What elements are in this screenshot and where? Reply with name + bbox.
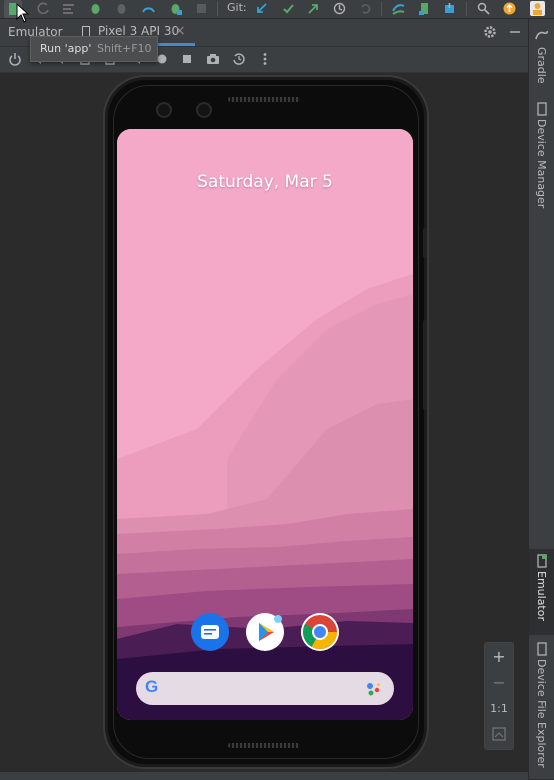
- tooltip-action: Run 'app': [40, 42, 92, 55]
- avatar-icon[interactable]: [530, 1, 545, 16]
- tooltip-shortcut: Shift+F10: [97, 42, 152, 55]
- update-project-icon[interactable]: [255, 2, 268, 15]
- gradle-icon: [535, 30, 548, 40]
- toolbar-separator: [466, 2, 467, 16]
- google-search-bar[interactable]: G: [136, 672, 394, 705]
- updates-icon[interactable]: [503, 2, 516, 15]
- device-file-explorer-icon: [537, 642, 547, 656]
- minimize-icon[interactable]: [509, 25, 521, 39]
- rollback-icon[interactable]: [359, 2, 372, 15]
- search-icon[interactable]: [477, 2, 490, 15]
- main-toolbar: Git:: [0, 0, 554, 19]
- profiler-gauge-icon[interactable]: [142, 2, 155, 15]
- emulator-tool-button[interactable]: Emulator: [529, 549, 554, 635]
- attach-debugger-icon[interactable]: [169, 2, 182, 15]
- phone-volume-rocker[interactable]: [423, 320, 427, 410]
- more-options-icon[interactable]: [258, 52, 272, 66]
- refresh-icon[interactable]: [37, 2, 50, 15]
- google-logo-icon: G: [145, 677, 159, 696]
- screenshot-icon[interactable]: [206, 52, 220, 66]
- front-camera-icon: [196, 102, 212, 118]
- lock-date: Saturday, Mar 5: [197, 172, 333, 192]
- snapshot-icon[interactable]: [232, 52, 246, 66]
- toolbar-separator: [217, 2, 218, 16]
- zoom-actual-size-button[interactable]: 1:1: [485, 702, 513, 715]
- stop-icon[interactable]: [195, 2, 208, 15]
- device-manager-label: Device Manager: [535, 119, 548, 209]
- phone-screen[interactable]: Saturday, Mar 5 G: [117, 129, 413, 720]
- right-tool-strip: Gradle Device Manager Emulator Device Fi…: [528, 19, 554, 779]
- emulator-icon: [537, 554, 547, 568]
- commit-icon[interactable]: [282, 2, 295, 15]
- phone-power-button[interactable]: [423, 228, 427, 258]
- gradle-label: Gradle: [535, 47, 548, 84]
- gradle-tool-button[interactable]: Gradle: [529, 25, 554, 85]
- emulator-label: Emulator: [535, 571, 548, 621]
- zoom-out-button[interactable]: −: [485, 673, 513, 692]
- history-icon[interactable]: [333, 2, 346, 15]
- messages-app-icon[interactable]: [191, 613, 229, 651]
- device-manager-icon: [537, 102, 547, 116]
- device-file-explorer-label: Device File Explorer: [535, 659, 548, 768]
- zoom-controls: + − 1:1: [484, 642, 514, 750]
- fit-screen-icon[interactable]: [492, 727, 506, 741]
- git-label: Git:: [227, 1, 247, 14]
- notification-dot: [274, 615, 282, 623]
- device-manager-tool-button[interactable]: Device Manager: [529, 99, 554, 229]
- toolbar-separator: [381, 2, 382, 16]
- device-file-explorer-tool-button[interactable]: Device File Explorer: [529, 637, 554, 779]
- run-tooltip: Run 'app' Shift+F10: [30, 36, 158, 62]
- earpiece-speaker: [228, 97, 300, 102]
- mouse-cursor-icon: [16, 3, 30, 23]
- sdk-manager-icon[interactable]: [443, 2, 456, 15]
- bottom-speaker: [228, 743, 300, 748]
- gear-icon[interactable]: [483, 25, 497, 39]
- zoom-in-button[interactable]: +: [485, 647, 513, 666]
- sync-gradle-icon[interactable]: [392, 2, 405, 15]
- push-icon[interactable]: [307, 2, 320, 15]
- overview-icon[interactable]: [180, 52, 194, 66]
- debug-icon[interactable]: [89, 2, 102, 15]
- front-camera-icon: [156, 102, 172, 118]
- close-tab-icon[interactable]: ×: [174, 23, 186, 39]
- power-icon[interactable]: [8, 52, 22, 66]
- assistant-icon[interactable]: [365, 681, 383, 697]
- chrome-app-icon[interactable]: [301, 613, 339, 651]
- coverage-icon[interactable]: [62, 2, 75, 15]
- device-manager-icon[interactable]: [418, 2, 431, 15]
- profile-icon[interactable]: [115, 2, 128, 15]
